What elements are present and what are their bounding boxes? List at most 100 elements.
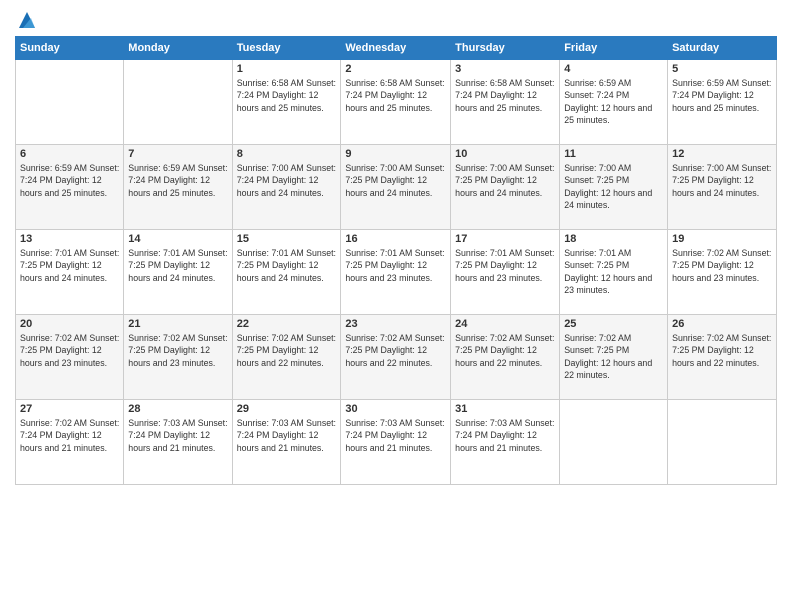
day-detail: Sunrise: 7:01 AM Sunset: 7:25 PM Dayligh… [20,247,119,284]
day-detail: Sunrise: 7:01 AM Sunset: 7:25 PM Dayligh… [237,247,337,284]
weekday-header: Thursday [451,37,560,60]
day-detail: Sunrise: 7:00 AM Sunset: 7:25 PM Dayligh… [455,162,555,199]
header [15,10,777,30]
calendar-cell [16,60,124,145]
day-detail: Sunrise: 7:00 AM Sunset: 7:25 PM Dayligh… [672,162,772,199]
day-number: 20 [20,318,119,330]
calendar-cell: 20Sunrise: 7:02 AM Sunset: 7:25 PM Dayli… [16,315,124,400]
day-detail: Sunrise: 7:02 AM Sunset: 7:25 PM Dayligh… [237,332,337,369]
day-number: 3 [455,63,555,75]
weekday-header: Saturday [668,37,777,60]
calendar-cell: 6 Sunrise: 6:59 AM Sunset: 7:24 PM Daylig… [16,145,124,230]
day-number: 8 [237,148,337,160]
day-detail: Sunrise: 6:59 AM Sunset: 7:24 PM Dayligh… [564,77,663,126]
calendar-cell: 15Sunrise: 7:01 AM Sunset: 7:25 PM Dayli… [232,230,341,315]
calendar-week-row: 6 Sunrise: 6:59 AM Sunset: 7:24 PM Daylig… [16,145,777,230]
weekday-header: Wednesday [341,37,451,60]
day-number: 19 [672,233,772,245]
calendar-week-row: 13 Sunrise: 7:01 AM Sunset: 7:25 PM Dayli… [16,230,777,315]
day-number: 12 [672,148,772,160]
calendar-cell: 1 Sunrise: 6:58 AM Sunset: 7:24 PM Daylig… [232,60,341,145]
calendar-cell: 24 Sunrise: 7:02 AM Sunset: 7:25 PM Dayli… [451,315,560,400]
day-number: 22 [237,318,337,330]
day-number: 28 [128,403,227,415]
day-number: 17 [455,233,555,245]
calendar-cell: 18 Sunrise: 7:01 AM Sunset: 7:25 PM Dayli… [560,230,668,315]
calendar-header-row: SundayMondayTuesdayWednesdayThursdayFrid… [16,37,777,60]
weekday-header: Friday [560,37,668,60]
calendar-cell: 16 Sunrise: 7:01 AM Sunset: 7:25 PM Dayli… [341,230,451,315]
calendar-cell: 23 Sunrise: 7:02 AM Sunset: 7:25 PM Dayli… [341,315,451,400]
day-detail: Sunrise: 7:00 AM Sunset: 7:25 PM Dayligh… [345,162,446,199]
calendar-cell: 27 Sunrise: 7:02 AM Sunset: 7:24 PM Dayli… [16,400,124,485]
day-number: 26 [672,318,772,330]
calendar-cell: 5 Sunrise: 6:59 AM Sunset: 7:24 PM Daylig… [668,60,777,145]
day-number: 18 [564,233,663,245]
calendar-cell: 13 Sunrise: 7:01 AM Sunset: 7:25 PM Dayli… [16,230,124,315]
day-detail: Sunrise: 7:02 AM Sunset: 7:24 PM Dayligh… [20,417,119,454]
day-number: 4 [564,63,663,75]
calendar-cell: 14 Sunrise: 7:01 AM Sunset: 7:25 PM Dayli… [124,230,232,315]
day-number: 14 [128,233,227,245]
day-detail: Sunrise: 7:03 AM Sunset: 7:24 PM Dayligh… [455,417,555,454]
day-detail: Sunrise: 6:59 AM Sunset: 7:24 PM Dayligh… [672,77,772,114]
day-number: 27 [20,403,119,415]
calendar-cell: 29Sunrise: 7:03 AM Sunset: 7:24 PM Dayli… [232,400,341,485]
day-detail: Sunrise: 7:03 AM Sunset: 7:24 PM Dayligh… [345,417,446,454]
calendar-cell: 3Sunrise: 6:58 AM Sunset: 7:24 PM Daylig… [451,60,560,145]
calendar-cell: 21 Sunrise: 7:02 AM Sunset: 7:25 PM Dayli… [124,315,232,400]
calendar-cell: 26 Sunrise: 7:02 AM Sunset: 7:25 PM Dayli… [668,315,777,400]
calendar-cell: 10 Sunrise: 7:00 AM Sunset: 7:25 PM Dayli… [451,145,560,230]
calendar-cell: 28 Sunrise: 7:03 AM Sunset: 7:24 PM Dayli… [124,400,232,485]
day-detail: Sunrise: 7:01 AM Sunset: 7:25 PM Dayligh… [564,247,663,296]
day-number: 1 [237,63,337,75]
day-detail: Sunrise: 7:03 AM Sunset: 7:24 PM Dayligh… [237,417,337,454]
day-number: 13 [20,233,119,245]
calendar-cell: 2 Sunrise: 6:58 AM Sunset: 7:24 PM Daylig… [341,60,451,145]
day-number: 5 [672,63,772,75]
calendar-cell: 31Sunrise: 7:03 AM Sunset: 7:24 PM Dayli… [451,400,560,485]
day-number: 23 [345,318,446,330]
day-detail: Sunrise: 7:02 AM Sunset: 7:25 PM Dayligh… [672,332,772,369]
day-detail: Sunrise: 6:58 AM Sunset: 7:24 PM Dayligh… [345,77,446,114]
weekday-header: Monday [124,37,232,60]
day-number: 16 [345,233,446,245]
day-detail: Sunrise: 6:59 AM Sunset: 7:24 PM Dayligh… [128,162,227,199]
calendar-cell: 9 Sunrise: 7:00 AM Sunset: 7:25 PM Daylig… [341,145,451,230]
day-number: 7 [128,148,227,160]
day-number: 6 [20,148,119,160]
day-detail: Sunrise: 6:58 AM Sunset: 7:24 PM Dayligh… [237,77,337,114]
calendar-table: SundayMondayTuesdayWednesdayThursdayFrid… [15,36,777,485]
day-number: 11 [564,148,663,160]
calendar-cell: 12 Sunrise: 7:00 AM Sunset: 7:25 PM Dayli… [668,145,777,230]
calendar-cell: 11Sunrise: 7:00 AM Sunset: 7:25 PM Dayli… [560,145,668,230]
logo [15,10,37,30]
day-detail: Sunrise: 7:02 AM Sunset: 7:25 PM Dayligh… [128,332,227,369]
day-number: 24 [455,318,555,330]
calendar-cell: 19 Sunrise: 7:02 AM Sunset: 7:25 PM Dayli… [668,230,777,315]
day-detail: Sunrise: 7:01 AM Sunset: 7:25 PM Dayligh… [345,247,446,284]
day-detail: Sunrise: 7:02 AM Sunset: 7:25 PM Dayligh… [455,332,555,369]
day-detail: Sunrise: 7:01 AM Sunset: 7:25 PM Dayligh… [455,247,555,284]
day-number: 30 [345,403,446,415]
logo-icon [17,10,37,30]
day-detail: Sunrise: 7:01 AM Sunset: 7:25 PM Dayligh… [128,247,227,284]
calendar-cell [668,400,777,485]
day-detail: Sunrise: 7:03 AM Sunset: 7:24 PM Dayligh… [128,417,227,454]
calendar-cell: 7 Sunrise: 6:59 AM Sunset: 7:24 PM Daylig… [124,145,232,230]
calendar-cell [124,60,232,145]
day-detail: Sunrise: 7:02 AM Sunset: 7:25 PM Dayligh… [345,332,446,369]
day-detail: Sunrise: 7:00 AM Sunset: 7:24 PM Dayligh… [237,162,337,199]
weekday-header: Sunday [16,37,124,60]
calendar-cell: 22 Sunrise: 7:02 AM Sunset: 7:25 PM Dayli… [232,315,341,400]
day-number: 10 [455,148,555,160]
day-number: 2 [345,63,446,75]
calendar-cell: 4 Sunrise: 6:59 AM Sunset: 7:24 PM Daylig… [560,60,668,145]
calendar-cell: 17 Sunrise: 7:01 AM Sunset: 7:25 PM Dayli… [451,230,560,315]
day-number: 25 [564,318,663,330]
day-number: 21 [128,318,227,330]
calendar-cell: 30 Sunrise: 7:03 AM Sunset: 7:24 PM Dayli… [341,400,451,485]
day-number: 9 [345,148,446,160]
day-detail: Sunrise: 7:02 AM Sunset: 7:25 PM Dayligh… [672,247,772,284]
day-detail: Sunrise: 6:59 AM Sunset: 7:24 PM Dayligh… [20,162,119,199]
